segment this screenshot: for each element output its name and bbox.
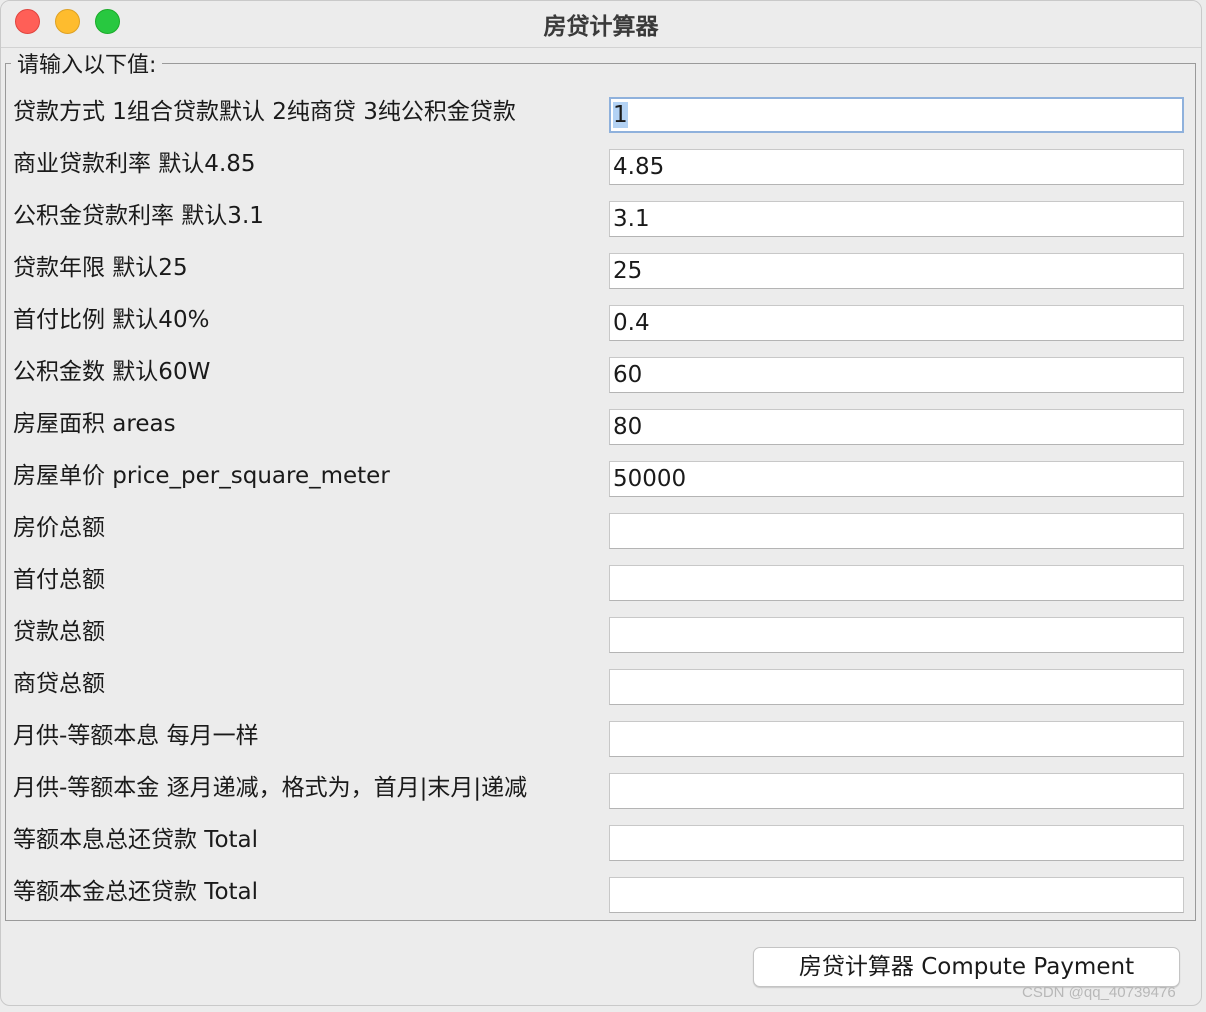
label-monthly-equal-principal: 月供-等额本金 逐月递减，格式为，首月|末月|递减 <box>13 775 528 801</box>
label-installment-total: 等额本息总还贷款 Total <box>13 827 259 853</box>
input-installment-total[interactable] <box>609 825 1184 861</box>
input-unit-price[interactable]: 50000 <box>609 461 1184 497</box>
label-commercial-rate: 商业贷款利率 默认4.85 <box>13 151 256 177</box>
input-loan-total[interactable] <box>609 617 1184 653</box>
input-fund-amount[interactable]: 60 <box>609 357 1184 393</box>
form-row-commercial-total: 商贷总额 <box>1 658 1201 710</box>
watermark: CSDN @qq_40739476 <box>1022 984 1176 1001</box>
form-row-loan-type: 贷款方式 1组合贷款默认 2纯商贷 3纯公积金贷款 1 <box>1 86 1201 138</box>
input-principal-total[interactable] <box>609 877 1184 913</box>
label-total-price: 房价总额 <box>13 515 105 541</box>
label-monthly-equal-installment: 月供-等额本息 每月一样 <box>13 723 259 749</box>
label-principal-total: 等额本金总还贷款 Total <box>13 879 259 905</box>
form-row-loan-total: 贷款总额 <box>1 606 1201 658</box>
title-bar: 房贷计算器 <box>1 1 1201 48</box>
input-commercial-rate[interactable]: 4.85 <box>609 149 1184 185</box>
input-total-price[interactable] <box>609 513 1184 549</box>
input-loan-years[interactable]: 25 <box>609 253 1184 289</box>
label-down-payment-ratio: 首付比例 默认40% <box>13 307 210 333</box>
input-fund-rate[interactable]: 3.1 <box>609 201 1184 237</box>
label-loan-total: 贷款总额 <box>13 619 105 645</box>
form-row-loan-years: 贷款年限 默认25 25 <box>1 242 1201 294</box>
form-row-commercial-rate: 商业贷款利率 默认4.85 4.85 <box>1 138 1201 190</box>
input-monthly-equal-principal[interactable] <box>609 773 1184 809</box>
label-fund-rate: 公积金贷款利率 默认3.1 <box>13 203 264 229</box>
form-row-monthly-equal-principal: 月供-等额本金 逐月递减，格式为，首月|末月|递减 <box>1 762 1201 814</box>
form-row-installment-total: 等额本息总还贷款 Total <box>1 814 1201 866</box>
form-row-monthly-equal-installment: 月供-等额本息 每月一样 <box>1 710 1201 762</box>
label-commercial-total: 商贷总额 <box>13 671 105 697</box>
label-fund-amount: 公积金数 默认60W <box>13 359 211 385</box>
window-title: 房贷计算器 <box>543 14 659 40</box>
form-row-unit-price: 房屋单价 price_per_square_meter 50000 <box>1 450 1201 502</box>
input-loan-type-value: 1 <box>613 102 628 128</box>
label-down-payment-total: 首付总额 <box>13 567 105 593</box>
input-down-payment-total[interactable] <box>609 565 1184 601</box>
form-row-principal-total: 等额本金总还贷款 Total <box>1 866 1201 918</box>
input-monthly-equal-installment[interactable] <box>609 721 1184 757</box>
label-house-area: 房屋面积 areas <box>13 411 176 437</box>
form-row-fund-rate: 公积金贷款利率 默认3.1 3.1 <box>1 190 1201 242</box>
input-loan-type[interactable]: 1 <box>609 97 1184 133</box>
form-row-down-payment-total: 首付总额 <box>1 554 1201 606</box>
label-loan-type: 贷款方式 1组合贷款默认 2纯商贷 3纯公积金贷款 <box>13 99 516 125</box>
form-row-house-area: 房屋面积 areas 80 <box>1 398 1201 450</box>
compute-payment-button[interactable]: 房贷计算器 Compute Payment <box>753 947 1180 987</box>
form-row-fund-amount: 公积金数 默认60W 60 <box>1 346 1201 398</box>
input-commercial-total[interactable] <box>609 669 1184 705</box>
group-title: 请输入以下值: <box>11 51 163 81</box>
label-unit-price: 房屋单价 price_per_square_meter <box>13 463 390 489</box>
app-window: 房贷计算器 请输入以下值: 贷款方式 1组合贷款默认 2纯商贷 3纯公积金贷款 … <box>0 0 1202 1006</box>
input-down-payment-ratio[interactable]: 0.4 <box>609 305 1184 341</box>
label-loan-years: 贷款年限 默认25 <box>13 255 188 281</box>
input-house-area[interactable]: 80 <box>609 409 1184 445</box>
form-row-down-payment-ratio: 首付比例 默认40% 0.4 <box>1 294 1201 346</box>
form-row-total-price: 房价总额 <box>1 502 1201 554</box>
